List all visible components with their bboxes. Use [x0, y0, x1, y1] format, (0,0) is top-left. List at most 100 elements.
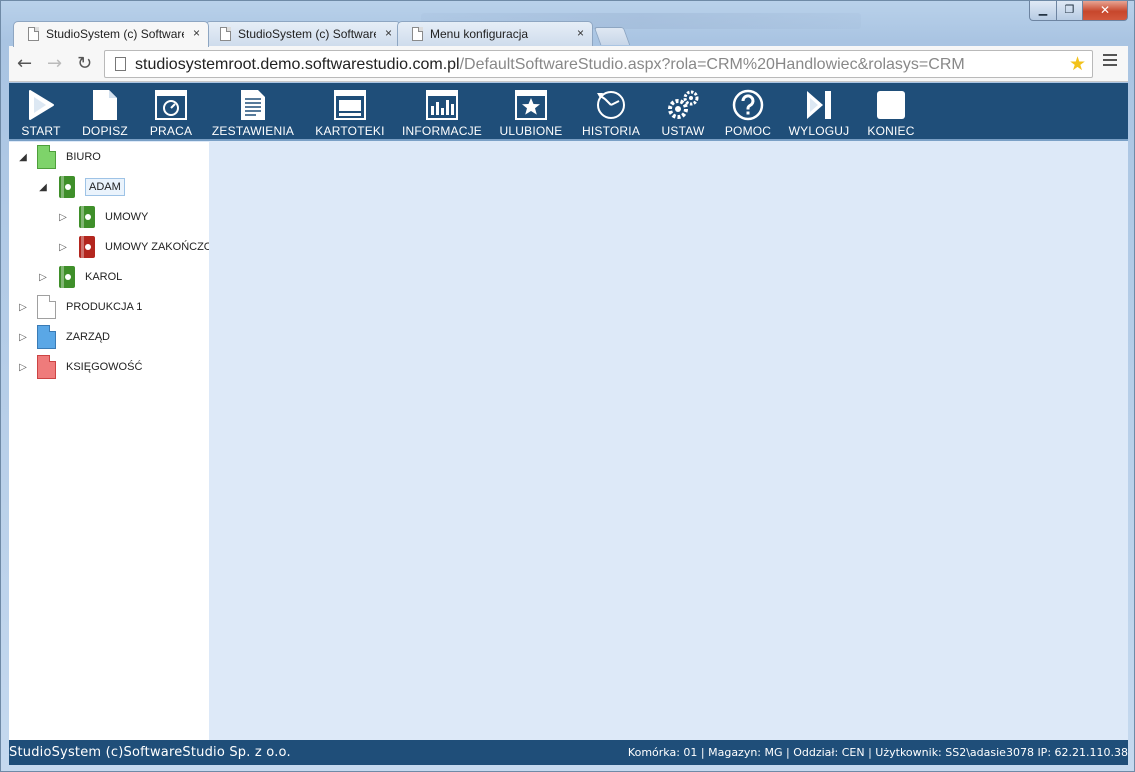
toolbar-label: DOPISZ [82, 124, 128, 138]
url-path: /DefaultSoftwareStudio.aspx?rola=CRM%20H… [459, 56, 965, 73]
toolbar-label: POMOC [724, 124, 772, 138]
star-window-icon [495, 89, 567, 121]
toolbar-label: START [21, 124, 61, 138]
collapsed-arrow-icon[interactable]: ▷ [15, 302, 31, 313]
bar-chart-icon [401, 89, 483, 121]
tab-close-icon[interactable]: × [193, 26, 200, 40]
green-binder-icon [79, 206, 95, 228]
menu-icon[interactable] [1103, 54, 1117, 69]
close-window-button[interactable]: ✕ [1082, 1, 1128, 21]
toolbar-informacje-button[interactable]: INFORMACJE [401, 89, 483, 138]
toolbar-label: HISTORIA [581, 124, 641, 138]
toolbar-label: KONIEC [867, 124, 915, 138]
card-index-icon [309, 89, 391, 121]
tab-close-icon[interactable]: × [385, 26, 392, 40]
toolbar-kartoteki-button[interactable]: KARTOTEKI [309, 89, 391, 138]
gears-icon [655, 89, 711, 121]
red-document-icon [37, 355, 56, 379]
toolbar-ustaw-button[interactable]: USTAW [655, 89, 711, 138]
toolbar-ulubione-button[interactable]: ULUBIONE [495, 89, 567, 138]
tree-node-umowy-zakonczone[interactable]: ▷ UMOWY ZAKOŃCZONE [55, 234, 209, 260]
maximize-button[interactable]: ❐ [1056, 1, 1083, 21]
tab-title: StudioSystem (c) Software [238, 27, 376, 41]
toolbar-label: KARTOTEKI [315, 124, 385, 138]
red-binder-icon [79, 236, 95, 258]
green-binder-icon [59, 176, 75, 198]
tree-node-umowy[interactable]: ▷ UMOWY [55, 204, 148, 230]
page-icon [412, 27, 423, 41]
toolbar-label: PRACA [149, 124, 193, 138]
collapsed-arrow-icon[interactable]: ▷ [15, 362, 31, 373]
help-icon [719, 89, 777, 121]
green-binder-icon [59, 266, 75, 288]
page-icon [28, 27, 39, 41]
tree-panel: ◢ BIURO ◢ ADAM ▷ UMOWY ▷ UMOWY ZAKOŃCZON… [9, 142, 209, 740]
toolbar-dopisz-button[interactable]: DOPISZ [77, 89, 133, 138]
white-document-icon [37, 295, 56, 319]
toolbar-pomoc-button[interactable]: POMOC [719, 89, 777, 138]
tab-close-icon[interactable]: × [577, 26, 584, 40]
tree-node-label: ZARZĄD [66, 331, 110, 343]
tree-node-biuro[interactable]: ◢ BIURO [15, 144, 101, 170]
page-icon [115, 57, 126, 71]
browser-tab-3[interactable]: Menu konfiguracja × [397, 21, 593, 46]
browser-tab-2[interactable]: StudioSystem (c) Software × [205, 21, 401, 46]
toolbar-praca-button[interactable]: PRACA [143, 89, 199, 138]
toolbar-zestawienia-button[interactable]: ZESTAWIENIA [207, 89, 299, 138]
tree-node-label: PRODUKCJA 1 [66, 301, 143, 313]
browser-window: ▁ ❐ ✕ StudioSystem (c) Software × Studio… [0, 0, 1135, 772]
url-text[interactable]: studiosystemroot.demo.softwarestudio.com… [135, 56, 965, 74]
toolbar-label: ULUBIONE [499, 124, 563, 138]
expanded-arrow-icon[interactable]: ◢ [35, 182, 51, 193]
navigation-bar: ← → ↻ studiosystemroot.demo.softwarestud… [9, 46, 1128, 82]
collapsed-arrow-icon[interactable]: ▷ [35, 272, 51, 283]
collapsed-arrow-icon[interactable]: ▷ [55, 242, 71, 253]
logout-icon [787, 89, 851, 121]
blue-document-icon [37, 325, 56, 349]
collapsed-arrow-icon[interactable]: ▷ [15, 332, 31, 343]
tab-title: Menu konfiguracja [430, 27, 529, 41]
history-icon [577, 89, 645, 121]
minimize-icon: ▁ [1038, 3, 1048, 16]
new-document-icon [77, 89, 133, 121]
green-document-icon [37, 145, 56, 169]
app-area: START DOPISZ PRACA ZESTAWIENIA KARTOTEKI… [9, 83, 1128, 765]
bookmark-star-icon[interactable]: ★ [1069, 53, 1086, 76]
collapsed-arrow-icon[interactable]: ▷ [55, 212, 71, 223]
browser-tab-1[interactable]: StudioSystem (c) Software × [13, 21, 209, 47]
work-window-icon [143, 89, 199, 121]
tree-node-karol[interactable]: ▷ KAROL [35, 264, 122, 290]
tree-node-label: KAROL [85, 271, 123, 283]
maximize-icon: ❐ [1064, 3, 1075, 16]
toolbar-label: WYLOGUJ [788, 124, 850, 138]
new-tab-button[interactable] [593, 27, 631, 45]
tree-node-label: UMOWY ZAKOŃCZONE [105, 241, 209, 253]
tree-node-adam[interactable]: ◢ ADAM [35, 174, 125, 200]
main-toolbar: START DOPISZ PRACA ZESTAWIENIA KARTOTEKI… [9, 83, 1128, 141]
toolbar-label: USTAW [661, 124, 705, 138]
main-content-area [209, 142, 1128, 740]
tree-node-zarzad[interactable]: ▷ ZARZĄD [15, 324, 110, 350]
url-host: studiosystemroot.demo.softwarestudio.com… [135, 56, 460, 73]
stop-icon [861, 89, 921, 121]
toolbar-label: INFORMACJE [402, 124, 482, 138]
status-company: StudioSystem (c)SoftwareStudio Sp. z o.o… [9, 745, 291, 760]
address-bar[interactable]: studiosystemroot.demo.softwarestudio.com… [104, 50, 1093, 78]
tree-node-label: ADAM [85, 178, 125, 196]
play-icon [13, 89, 69, 121]
toolbar-wyloguj-button[interactable]: WYLOGUJ [787, 89, 851, 138]
close-icon: ✕ [1099, 3, 1111, 17]
tree-node-produkcja-1[interactable]: ▷ PRODUKCJA 1 [15, 294, 142, 320]
page-icon [220, 27, 231, 41]
minimize-button[interactable]: ▁ [1029, 1, 1057, 21]
toolbar-historia-button[interactable]: HISTORIA [577, 89, 645, 138]
forward-arrow-icon[interactable]: → [47, 53, 62, 74]
toolbar-start-button[interactable]: START [13, 89, 69, 138]
expanded-arrow-icon[interactable]: ◢ [15, 152, 31, 163]
toolbar-label: ZESTAWIENIA [211, 124, 295, 138]
tree-node-ksiegowosc[interactable]: ▷ KSIĘGOWOŚĆ [15, 354, 142, 380]
toolbar-koniec-button[interactable]: KONIEC [861, 89, 921, 138]
report-document-icon [207, 89, 299, 121]
back-arrow-icon[interactable]: ← [17, 53, 32, 74]
reload-icon[interactable]: ↻ [77, 53, 92, 74]
